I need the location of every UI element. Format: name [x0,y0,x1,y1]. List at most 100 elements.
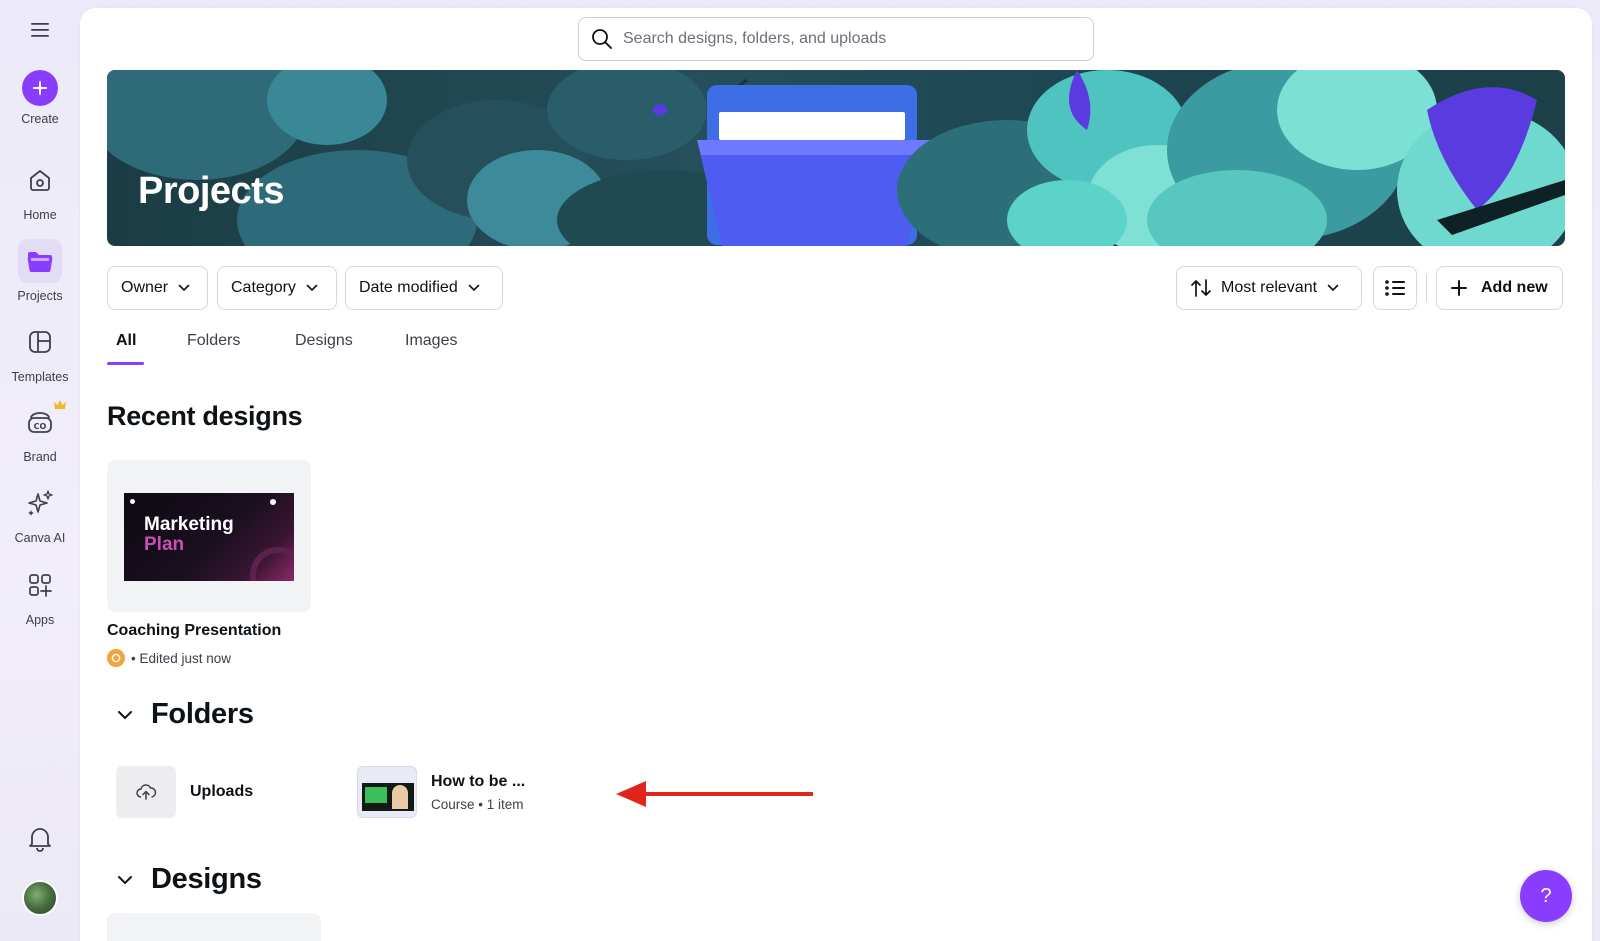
owner-badge-icon [107,649,125,667]
add-new-button[interactable]: Add new [1436,266,1563,310]
folder-name: How to be ... [431,772,526,790]
apps-icon [29,574,52,597]
folders-heading: Folders [151,698,254,730]
sort-icon [1191,279,1211,297]
thumb-dot [270,499,276,505]
folder-name: Uploads [190,783,254,800]
banner-illustration [107,70,1565,246]
thumb-ring [250,547,294,581]
folder-how-to-be[interactable]: How to be ... Course • 1 item [357,766,525,818]
sidebar-item-label: Projects [17,289,63,303]
page-title: Projects [138,170,284,212]
tab-folders[interactable]: Folders [187,332,240,360]
search-bar[interactable] [578,17,1094,61]
course-thumbnail-image [362,783,414,811]
sparkles-icon [28,490,53,516]
chevron-down-icon [1327,284,1339,292]
design-thumbnail: Marketing Plan [124,493,294,581]
design-title[interactable]: Coaching Presentation [107,622,281,640]
sidebar-item-label: Brand [23,450,57,464]
course-thumb-person [392,785,408,809]
chevron-down-icon [118,875,132,884]
canva-ai-icon-box [18,481,62,525]
plus-icon [1451,280,1467,296]
main-panel: Projects Owner Category Date modified Mo… [80,8,1592,941]
folder-subtitle: Course • 1 item [431,796,524,812]
sidebar-item-label: Home [23,208,57,222]
tab-all[interactable]: All [116,332,136,360]
folder-text: How to be ... Course • 1 item [431,773,525,812]
design-meta: • Edited just now [107,649,231,667]
designs-heading: Designs [151,863,262,895]
edited-status: • Edited just now [131,650,232,666]
owner-filter[interactable]: Owner [107,266,208,310]
home-icon-box [18,158,62,202]
sidebar: Create Home Projects Templates CO Brand … [0,0,80,941]
help-label: ? [1540,884,1552,907]
folders-section-toggle[interactable]: Folders [117,698,254,731]
sidebar-item-label: Apps [25,613,55,627]
list-view-icon [1385,280,1405,296]
sidebar-item-brand[interactable]: CO Brand [0,400,80,464]
course-folder-thumb [357,766,417,818]
thumb-title-line2: Plan [144,534,185,555]
thumb-dot [130,499,135,504]
templates-icon [29,331,51,353]
sidebar-item-projects[interactable]: Projects [0,239,80,303]
tab-designs[interactable]: Designs [295,332,353,360]
help-button[interactable]: ? [1520,870,1572,922]
chevron-down-icon [468,284,480,292]
design-card[interactable]: Marketing Plan [107,460,311,612]
chevron-down-icon [306,284,318,292]
tab-images[interactable]: Images [405,332,457,360]
avatar[interactable] [22,880,58,916]
brand-icon: CO [28,412,52,433]
sidebar-item-canva-ai[interactable]: Canva AI [0,481,80,545]
chevron-down-icon [178,284,190,292]
plus-icon [33,81,47,95]
recent-designs-heading: Recent designs [107,401,303,431]
hamburger-icon [31,23,49,37]
templates-icon-box [18,320,62,364]
projects-icon-box [18,239,62,283]
projects-banner: Projects [107,70,1565,246]
sidebar-item-label: Canva AI [14,531,66,545]
owner-filter-label: Owner [121,279,169,296]
chevron-down-icon [118,710,132,719]
category-filter-label: Category [231,279,296,296]
menu-button[interactable] [22,16,58,44]
sidebar-item-home[interactable]: Home [0,158,80,222]
list-view-button[interactable] [1373,266,1417,310]
bell-icon [29,828,51,852]
date-modified-filter-label: Date modified [359,279,458,296]
design-card-partial[interactable] [107,913,321,941]
sidebar-item-apps[interactable]: Apps [0,563,80,627]
add-new-label: Add new [1481,279,1548,296]
folder-uploads[interactable]: Uploads [116,766,253,818]
active-tab-indicator [107,362,144,365]
svg-text:CO: CO [34,422,47,431]
toolbar-divider [1426,274,1427,302]
create-button-circle[interactable] [22,70,58,106]
search-input[interactable] [623,30,1063,48]
annotation-arrow [616,781,813,807]
folder-icon [27,252,53,272]
notifications-button[interactable] [24,822,56,859]
sort-dropdown[interactable]: Most relevant [1176,266,1362,310]
thumb-title-line1: Marketing [144,514,234,535]
cloud-upload-icon [136,784,157,800]
search-icon [592,29,612,49]
sidebar-item-templates[interactable]: Templates [0,320,80,384]
home-icon [30,170,50,191]
sort-label: Most relevant [1221,279,1318,296]
sidebar-item-create[interactable]: Create [0,70,80,126]
uploads-folder-thumb [116,766,176,818]
course-thumb-accent [365,787,387,803]
sidebar-item-label: Create [21,112,59,126]
apps-icon-box [18,563,62,607]
crown-icon [54,400,66,409]
category-filter[interactable]: Category [217,266,337,310]
designs-section-toggle[interactable]: Designs [117,863,262,896]
date-modified-filter[interactable]: Date modified [345,266,503,310]
brand-icon-box: CO [18,400,66,444]
